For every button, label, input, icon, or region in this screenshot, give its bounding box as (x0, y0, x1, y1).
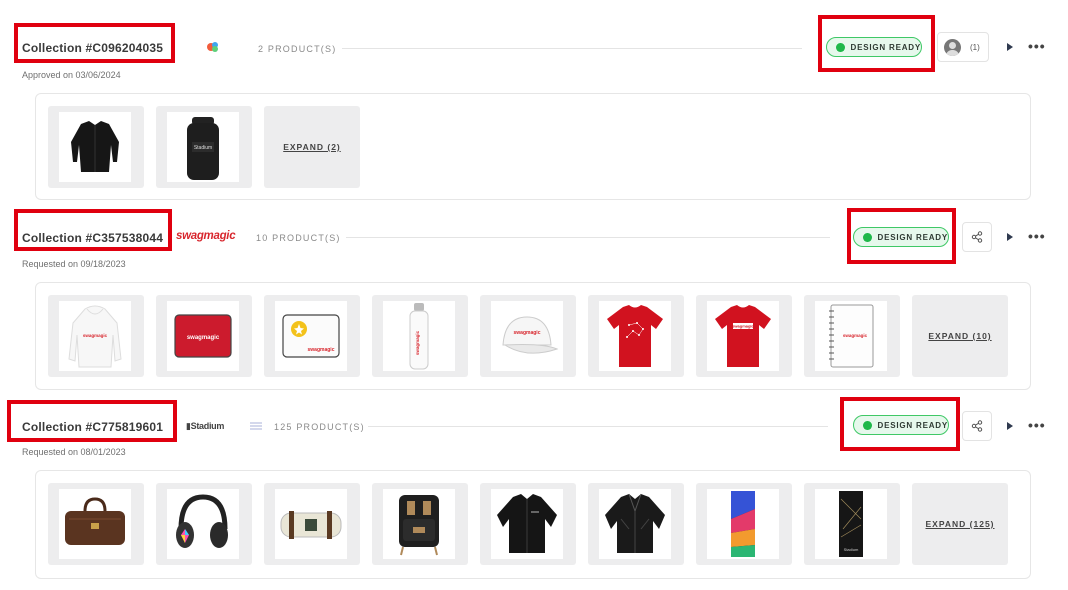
product-tile[interactable] (588, 483, 684, 565)
product-image (707, 489, 779, 559)
product-count: 125 PRODUCT(S) (274, 422, 365, 432)
colorful-panel-image (731, 491, 755, 557)
product-tile[interactable] (480, 483, 576, 565)
divider (368, 426, 828, 427)
brown-duffel-bag-image (65, 497, 125, 545)
product-tile[interactable] (48, 483, 144, 565)
product-tile[interactable]: Stadium (804, 483, 900, 565)
brand-logo-text: Stadium (190, 421, 225, 431)
product-tile[interactable] (372, 483, 468, 565)
product-image (599, 489, 671, 559)
black-backpack-tan-image (399, 495, 439, 556)
collection-title[interactable]: Collection #C775819601 (22, 420, 163, 434)
status-label: DESIGN READY (877, 420, 948, 430)
status-dot (863, 420, 872, 430)
play-icon[interactable] (1007, 422, 1013, 430)
product-tile[interactable] (696, 483, 792, 565)
status-badge: DESIGN READY (853, 415, 949, 435)
headphones-image (176, 494, 228, 548)
product-image (491, 489, 563, 559)
black-leather-jacket-image (605, 493, 665, 553)
svg-text:Stadium: Stadium (844, 547, 859, 552)
black-panel-image: Stadium (839, 491, 863, 557)
picnic-blanket-image (280, 511, 342, 539)
product-image (167, 489, 239, 559)
product-image (383, 489, 455, 559)
product-image (275, 489, 347, 559)
list-icon (250, 422, 262, 430)
more-icon[interactable]: ••• (1028, 418, 1046, 432)
product-tile[interactable] (264, 483, 360, 565)
expand-link[interactable]: EXPAND (125) (926, 519, 995, 529)
product-tile[interactable] (156, 483, 252, 565)
product-image: Stadium (815, 489, 887, 559)
black-bomber-jacket-image (497, 494, 557, 553)
expand-tile[interactable]: EXPAND (125) (912, 483, 1008, 565)
request-date: Requested on 08/01/2023 (22, 447, 126, 457)
share-button[interactable] (962, 411, 992, 441)
products-panel: Stadium EXPAND (125) (35, 470, 1031, 579)
product-image (59, 489, 131, 559)
brand-logo: ▮Stadium (186, 421, 225, 431)
share-icon (971, 420, 983, 432)
collection-card: Collection #C775819601 ▮Stadium 125 PROD… (0, 0, 1068, 580)
